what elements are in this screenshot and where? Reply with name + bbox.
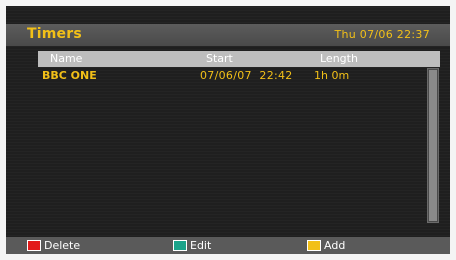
timer-start-cell: 07/06/07 22:42 <box>200 69 293 82</box>
title-bar: Timers Thu 07/06 22:37 <box>6 24 450 46</box>
green-key-icon <box>173 240 187 251</box>
column-header-start: Start <box>206 52 233 65</box>
clock-datetime: Thu 07/06 22:37 <box>334 28 430 41</box>
tv-screen: Timers Thu 07/06 22:37 Name Start Length… <box>6 6 450 254</box>
edit-button[interactable]: Edit <box>173 238 211 253</box>
yellow-key-icon <box>307 240 321 251</box>
edit-label: Edit <box>190 239 212 252</box>
timer-length-cell: 1h 0m <box>314 69 350 82</box>
scrollbar-thumb[interactable] <box>429 70 437 221</box>
table-header: Name Start Length <box>38 51 440 67</box>
add-label: Add <box>324 239 346 252</box>
footer-key-bar: Delete Edit Add <box>6 237 450 254</box>
delete-button[interactable]: Delete <box>27 238 80 253</box>
delete-label: Delete <box>44 239 81 252</box>
red-key-icon <box>27 240 41 251</box>
add-button[interactable]: Add <box>307 238 345 253</box>
scrollbar[interactable] <box>427 68 439 223</box>
timer-row[interactable]: BBC ONE 07/06/07 22:42 1h 0m <box>38 68 428 84</box>
page-title: Timers <box>27 26 82 42</box>
column-header-length: Length <box>320 52 358 65</box>
timer-name-cell: BBC ONE <box>42 69 97 82</box>
column-header-name: Name <box>50 52 83 65</box>
